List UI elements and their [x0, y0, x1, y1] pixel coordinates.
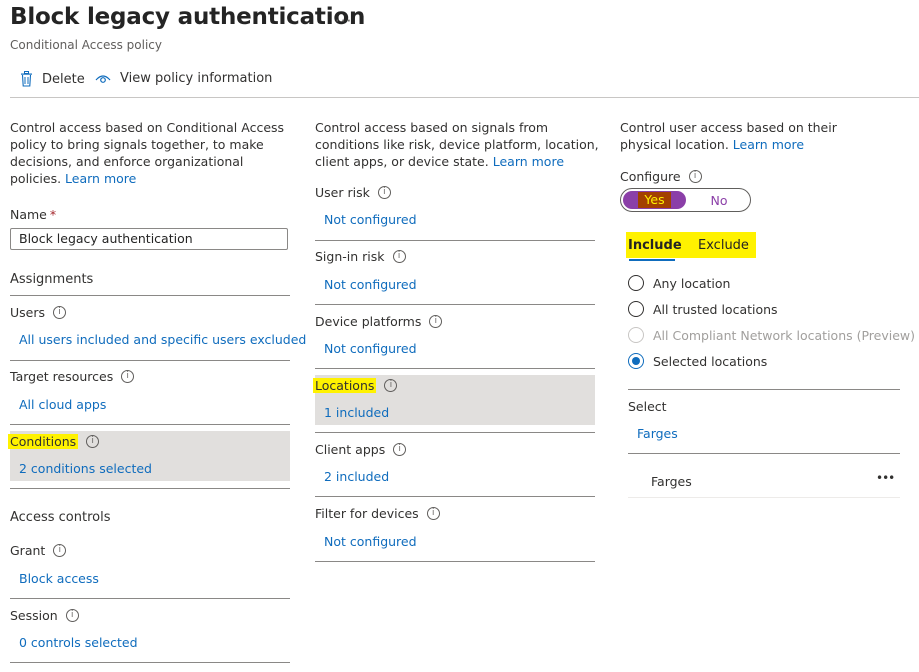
info-icon: i: [377, 186, 391, 199]
toggle-yes-option[interactable]: Yes: [623, 191, 686, 209]
device-platforms-label: Device platforms i: [315, 314, 443, 329]
conditions-label: Conditions i: [8, 434, 100, 449]
sign-in-risk-value-link[interactable]: Not configured: [324, 277, 417, 292]
policy-name-input[interactable]: Block legacy authentication: [10, 228, 288, 250]
conditions-value-link[interactable]: 2 conditions selected: [19, 461, 152, 476]
target-resources-label: Target resources i: [10, 369, 135, 384]
session-label: Session i: [10, 608, 79, 623]
radio-button[interactable]: [628, 353, 644, 369]
more-icon[interactable]: •••: [876, 471, 895, 485]
section-divider: [10, 295, 290, 296]
sign-in-risk-label: Sign-in risk i: [315, 249, 406, 264]
locations-value-link[interactable]: 1 included: [324, 405, 389, 420]
location-description: Control user access based on their physi…: [620, 120, 837, 152]
users-value-link[interactable]: All users included and specific users ex…: [19, 332, 306, 347]
info-icon: i: [393, 443, 407, 456]
radio-all-trusted-locations[interactable]: All trusted locations: [628, 301, 778, 317]
include-exclude-tabs: Include Exclude: [626, 232, 756, 258]
toolbar-divider: [10, 97, 919, 98]
info-icon: i: [429, 315, 443, 328]
info-icon: i: [53, 544, 67, 557]
required-marker: *: [49, 207, 57, 222]
device-platforms-value-link[interactable]: Not configured: [324, 341, 417, 356]
view-policy-label: View policy information: [120, 71, 273, 86]
active-tab-indicator: [629, 259, 675, 261]
selected-location-item: Farges: [651, 474, 692, 489]
filter-for-devices-value-link[interactable]: Not configured: [324, 534, 417, 549]
tab-exclude[interactable]: Exclude: [698, 238, 749, 253]
learn-more-link[interactable]: Learn more: [733, 137, 804, 152]
target-resources-value-link[interactable]: All cloud apps: [19, 397, 106, 412]
select-label: Select: [628, 399, 667, 414]
conditions-description: Control access based on signals from con…: [315, 120, 599, 169]
session-value-link[interactable]: 0 controls selected: [19, 635, 138, 650]
filter-for-devices-label: Filter for devices i: [315, 506, 440, 521]
info-icon: i: [121, 370, 135, 383]
info-icon: i: [392, 250, 406, 263]
section-divider: [10, 488, 290, 489]
locations-label: Locations i: [313, 378, 398, 393]
delete-button[interactable]: Delete: [20, 71, 85, 87]
client-apps-value-link[interactable]: 2 included: [324, 469, 389, 484]
section-divider: [628, 453, 900, 454]
configure-toggle[interactable]: Yes No: [620, 188, 751, 212]
learn-more-link[interactable]: Learn more: [493, 154, 564, 169]
section-divider: [10, 424, 290, 425]
eye-icon: [95, 74, 111, 83]
policy-description: Control access based on Conditional Acce…: [10, 120, 285, 186]
radio-button: [628, 327, 644, 343]
more-options-button[interactable]: ···: [335, 12, 352, 30]
item-divider: [628, 497, 900, 498]
learn-more-link[interactable]: Learn more: [65, 171, 136, 186]
radio-selected-locations[interactable]: Selected locations: [628, 353, 767, 369]
info-icon: i: [426, 507, 440, 520]
info-icon: i: [65, 609, 79, 622]
section-divider: [315, 304, 595, 305]
grant-value-link[interactable]: Block access: [19, 571, 99, 586]
tab-include[interactable]: Include: [628, 238, 682, 253]
section-divider: [10, 662, 290, 663]
trash-icon: [21, 71, 32, 87]
section-divider: [10, 360, 290, 361]
client-apps-label: Client apps i: [315, 442, 407, 457]
name-label: Name *: [10, 207, 57, 222]
grant-label: Grant i: [10, 543, 67, 558]
page-title: Block legacy authentication: [10, 4, 366, 30]
section-divider: [628, 389, 900, 390]
section-divider: [315, 368, 595, 369]
assignments-heading: Assignments: [10, 272, 94, 287]
select-locations-link[interactable]: Farges: [637, 426, 678, 441]
page-subtitle: Conditional Access policy: [10, 38, 162, 52]
access-controls-heading: Access controls: [10, 510, 111, 525]
user-risk-label: User risk i: [315, 185, 391, 200]
section-divider: [315, 240, 595, 241]
toggle-no-option[interactable]: No: [688, 191, 750, 209]
info-icon: i: [86, 435, 100, 448]
view-policy-information-button[interactable]: View policy information: [95, 71, 272, 86]
configure-label: Configure i: [620, 169, 702, 184]
users-label: Users i: [10, 305, 67, 320]
radio-any-location[interactable]: Any location: [628, 275, 730, 291]
delete-label: Delete: [42, 71, 85, 87]
info-icon: i: [384, 379, 398, 392]
radio-button[interactable]: [628, 275, 644, 291]
info-icon: i: [688, 170, 702, 183]
info-icon: i: [53, 306, 67, 319]
section-divider: [315, 496, 595, 497]
user-risk-value-link[interactable]: Not configured: [324, 212, 417, 227]
toggle-yes-label: Yes: [638, 192, 671, 208]
section-divider: [315, 561, 595, 562]
radio-compliant-network-locations: All Compliant Network locations (Preview…: [628, 327, 915, 343]
section-divider: [10, 598, 290, 599]
section-divider: [315, 432, 595, 433]
radio-button[interactable]: [628, 301, 644, 317]
